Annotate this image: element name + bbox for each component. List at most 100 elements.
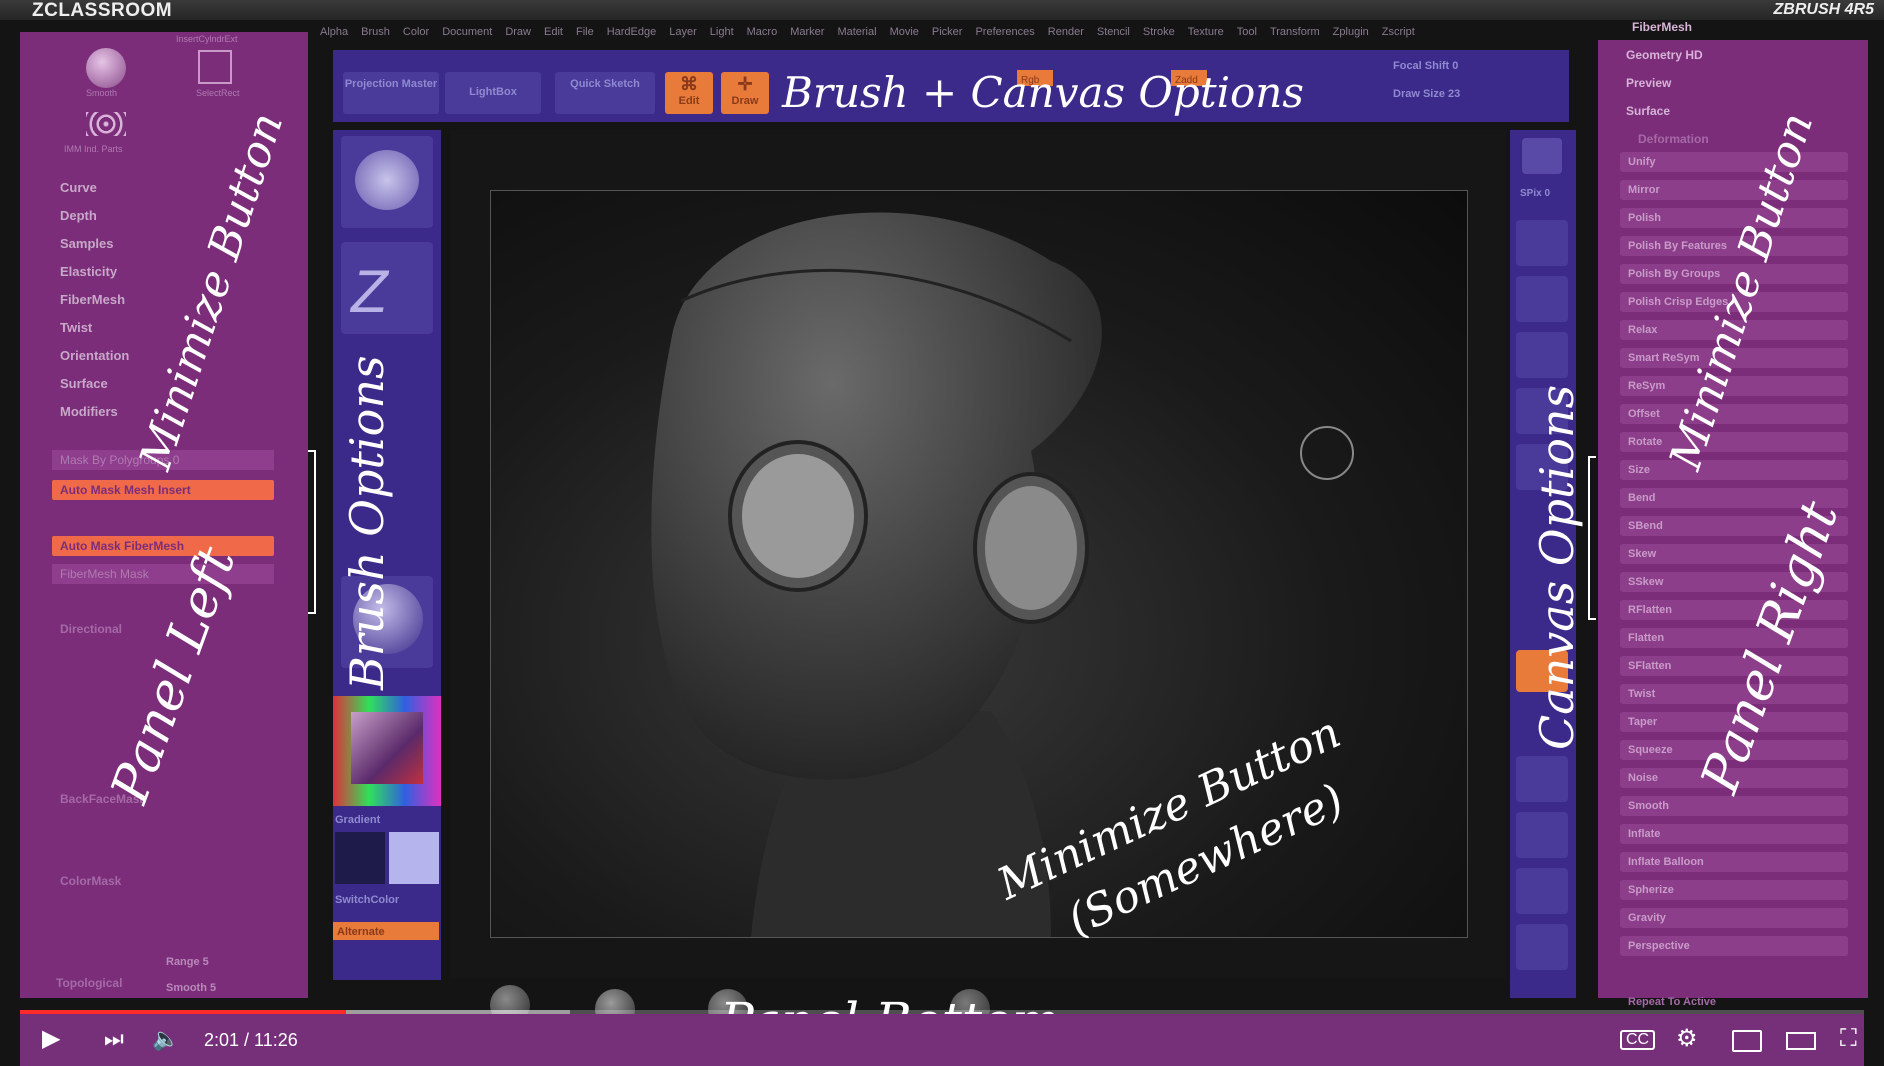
range-slider[interactable]: Range 5 [166,956,209,968]
left-item-orientation[interactable]: Orientation [60,348,129,363]
menu-item-zplugin[interactable]: Zplugin [1333,26,1369,38]
menu-item-texture[interactable]: Texture [1188,26,1224,38]
gradient-label[interactable]: Gradient [335,814,380,826]
menu-item-brush[interactable]: Brush [361,26,390,38]
alternate-button[interactable]: Alternate [333,922,439,940]
gravity-slider[interactable]: Gravity [1620,908,1848,928]
menu-item-preferences[interactable]: Preferences [975,26,1034,38]
offset-slider[interactable]: Offset [1620,404,1848,424]
move-button[interactable] [1516,812,1568,858]
bpr-button[interactable] [1522,138,1562,174]
smooth-brush-thumbnail[interactable] [86,48,126,88]
menu-item-file[interactable]: File [576,26,594,38]
frame-button[interactable] [1516,756,1568,802]
menu-item-stencil[interactable]: Stencil [1097,26,1130,38]
theater-mode-icon[interactable] [1786,1032,1816,1050]
menu-item-document[interactable]: Document [442,26,492,38]
deformation-header[interactable]: Deformation [1638,132,1709,146]
rotate-button[interactable] [1516,924,1568,970]
left-item-depth[interactable]: Depth [60,208,97,223]
flatten-slider[interactable]: Flatten [1620,628,1848,648]
draw-size-slider[interactable]: Draw Size 23 [1393,88,1460,100]
menu-item-draw[interactable]: Draw [505,26,531,38]
resym-label: ReSym [1628,380,1666,392]
menu-item-macro[interactable]: Macro [747,26,778,38]
left-item-fibermesh[interactable]: FiberMesh [60,292,125,307]
stroke-thumbnail[interactable]: Z [341,242,433,334]
auto-mask-mesh-insert-button[interactable]: Auto Mask Mesh Insert [52,480,274,500]
auto-mask-fibermesh-label: Auto Mask FiberMesh [60,539,185,553]
menu-item-color[interactable]: Color [403,26,429,38]
settings-gear-icon[interactable]: ⚙ [1676,1026,1698,1052]
left-item-elasticity[interactable]: Elasticity [60,264,117,279]
geometry-hd-header[interactable]: Geometry HD [1626,48,1703,62]
twist-label: Twist [1628,688,1656,700]
menu-item-picker[interactable]: Picker [932,26,963,38]
miniplayer-icon[interactable] [1732,1030,1762,1052]
menu-item-marker[interactable]: Marker [790,26,824,38]
zoom-button[interactable] [1516,276,1568,322]
preview-header[interactable]: Preview [1626,76,1671,90]
auto-mask-fibermesh-button[interactable]: Auto Mask FiberMesh [52,536,274,556]
secondary-color-swatch[interactable] [389,832,439,884]
rotate-slider[interactable]: Rotate [1620,432,1848,452]
select-rect-thumbnail[interactable] [198,50,232,84]
smooth-slider[interactable]: Smooth 5 [166,982,216,994]
menu-item-edit[interactable]: Edit [544,26,563,38]
size-slider[interactable]: Size [1620,460,1848,480]
menu-item-movie[interactable]: Movie [890,26,919,38]
draw-button[interactable]: ✛ Draw [721,72,769,114]
switch-color-button[interactable]: SwitchColor [335,894,399,906]
color-picker[interactable] [333,696,441,806]
inflate-balloon-slider[interactable]: Inflate Balloon [1620,852,1848,872]
menu-item-material[interactable]: Material [837,26,876,38]
spix-slider[interactable]: SPix 0 [1520,188,1550,199]
color-mask-button[interactable]: ColorMask [60,874,121,888]
menu-item-zscript[interactable]: Zscript [1382,26,1415,38]
fibermesh-header[interactable]: FiberMesh [1632,20,1692,34]
actual-button[interactable] [1516,332,1568,378]
mirror-button[interactable]: Mirror [1620,180,1848,200]
menu-item-layer[interactable]: Layer [669,26,697,38]
projection-master-button[interactable]: Projection Master [343,72,439,114]
lightbox-button[interactable]: LightBox [445,72,541,114]
left-item-curve[interactable]: Curve [60,180,97,195]
surface-header[interactable]: Surface [1626,104,1670,118]
focal-shift-slider[interactable]: Focal Shift 0 [1393,60,1458,72]
play-icon[interactable]: ▶ [42,1026,60,1052]
main-color-swatch[interactable] [335,832,385,884]
volume-icon[interactable]: 🔈 [152,1026,179,1052]
menu-item-transform[interactable]: Transform [1270,26,1320,38]
color-picker-square[interactable] [351,712,423,784]
menu-item-alpha[interactable]: Alpha [320,26,348,38]
imm-parts-thumbnail[interactable] [86,112,126,136]
fullscreen-icon[interactable]: ⛶ [1840,1026,1857,1052]
menu-item-hardedge[interactable]: HardEdge [607,26,657,38]
menu-item-tool[interactable]: Tool [1237,26,1257,38]
polish-slider[interactable]: Polish [1620,208,1848,228]
unify-button[interactable]: Unify [1620,152,1848,172]
left-item-samples[interactable]: Samples [60,236,113,251]
captions-icon[interactable]: CC [1620,1030,1656,1050]
topological-button[interactable]: Topological [56,976,122,990]
menu-item-stroke[interactable]: Stroke [1143,26,1175,38]
projection-master-label: Projection Master [344,78,438,90]
directional-button[interactable]: Directional [60,622,122,636]
left-item-twist[interactable]: Twist [60,320,92,335]
perspective-slider[interactable]: Perspective [1620,936,1848,956]
scale-button[interactable] [1516,868,1568,914]
scroll-button[interactable] [1516,220,1568,266]
quick-sketch-button[interactable]: Quick Sketch [555,72,655,114]
menu-item-light[interactable]: Light [710,26,734,38]
repeat-to-active-button[interactable]: Repeat To Active [1628,996,1716,1008]
smooth-deform-slider[interactable]: Smooth [1620,796,1848,816]
left-item-modifiers[interactable]: Modifiers [60,404,118,419]
spherize-slider[interactable]: Spherize [1620,880,1848,900]
left-item-surface[interactable]: Surface [60,376,108,391]
edit-button[interactable]: ⌘ Edit [665,72,713,114]
inflate-slider[interactable]: Inflate [1620,824,1848,844]
menu-item-render[interactable]: Render [1048,26,1084,38]
smart-resym-label: Smart ReSym [1628,352,1700,364]
next-icon[interactable]: ⏭ [104,1026,124,1052]
alpha-thumbnail[interactable] [341,136,433,228]
